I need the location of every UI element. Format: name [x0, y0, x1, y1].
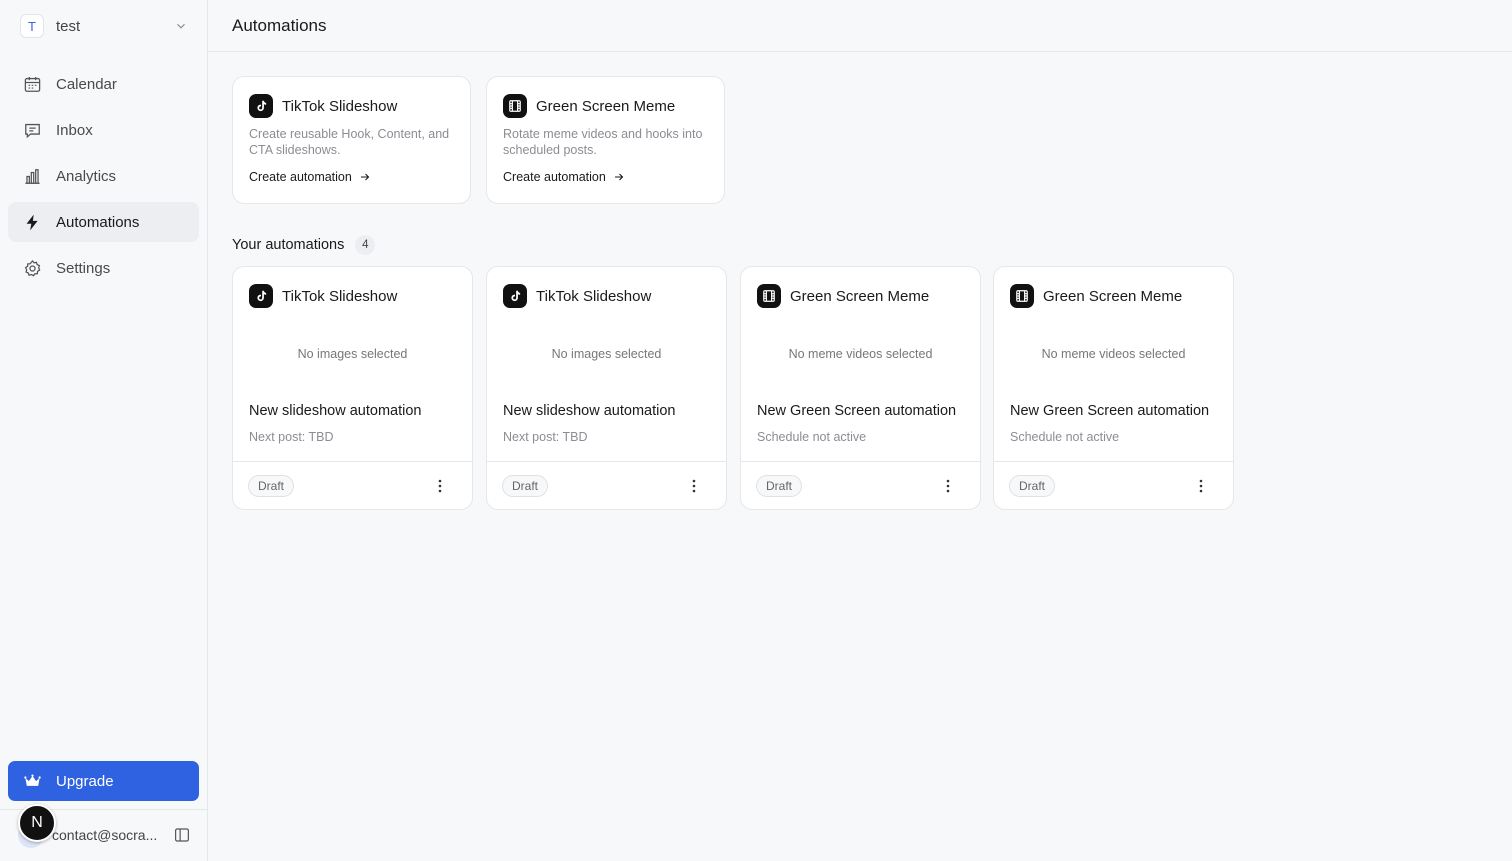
page-title: Automations: [232, 16, 327, 35]
film-icon: [503, 94, 527, 118]
automation-schedule: Next post: TBD: [503, 430, 588, 444]
chevron-down-icon: [177, 23, 185, 29]
card-divider: [994, 461, 1233, 462]
analytics-icon: [22, 166, 42, 186]
tiktok-icon: [249, 94, 273, 118]
card-divider: [487, 461, 726, 462]
create-automation-label: Create automation: [249, 170, 352, 184]
automation-type: Green Screen Meme: [1043, 287, 1183, 305]
automation-schedule: Schedule not active: [757, 430, 867, 444]
card-divider: [233, 461, 472, 462]
card-header: Green Screen Meme: [1010, 284, 1182, 308]
arrow-right-icon: [614, 173, 624, 181]
sidebar-item-label: Analytics: [56, 167, 117, 185]
lightning-icon: [22, 212, 42, 232]
more-options-button[interactable]: [938, 476, 958, 496]
empty-media-text: No meme videos selected: [788, 347, 933, 361]
automation-type: TikTok Slideshow: [536, 287, 652, 305]
sidebar-toggle-icon[interactable]: [173, 826, 191, 844]
gear-icon: [22, 258, 42, 278]
kebab-menu-icon: [438, 479, 442, 493]
status-badge: Draft: [1009, 475, 1056, 497]
kebab-menu-icon: [946, 479, 950, 493]
crown-icon: [22, 771, 42, 791]
workspace-avatar: T: [20, 14, 44, 38]
card-header: TikTok Slideshow: [503, 284, 651, 308]
sidebar-item-label: Automations: [56, 213, 140, 231]
film-icon: [1010, 284, 1034, 308]
card-header: Green Screen Meme: [503, 94, 675, 118]
sidebar-item-analytics[interactable]: Analytics: [8, 156, 199, 196]
status-badge: Draft: [248, 475, 295, 497]
tiktok-icon: [503, 284, 527, 308]
sidebar-item-label: Settings: [56, 259, 111, 277]
automation-card[interactable]: Green Screen Meme No meme videos selecte…: [993, 266, 1234, 510]
topbar: Automations: [208, 0, 1512, 52]
automation-name: New slideshow automation: [503, 403, 676, 419]
status-badge: Draft: [502, 475, 549, 497]
create-automation-link[interactable]: Create automation: [249, 170, 371, 184]
create-automation-link[interactable]: Create automation: [503, 170, 625, 184]
section-title: Your automations: [232, 237, 345, 253]
arrow-right-icon: [360, 173, 370, 181]
automation-name: New Green Screen automation: [757, 403, 957, 419]
sidebar-item-settings[interactable]: Settings: [8, 248, 199, 288]
create-automation-label: Create automation: [503, 170, 606, 184]
your-automations-heading: Your automations 4: [232, 235, 376, 255]
automation-name: New slideshow automation: [249, 403, 422, 419]
template-title: Green Screen Meme: [536, 97, 676, 115]
template-card-tiktok-slideshow[interactable]: TikTok Slideshow Create reusable Hook, C…: [232, 76, 471, 204]
automation-card[interactable]: TikTok Slideshow No images selected New …: [232, 266, 473, 510]
card-header: TikTok Slideshow: [249, 94, 397, 118]
automation-type: Green Screen Meme: [790, 287, 930, 305]
sidebar-item-label: Inbox: [56, 121, 93, 139]
automation-schedule: Schedule not active: [1010, 430, 1120, 444]
template-description: Create reusable Hook, Content, and CTA s…: [249, 127, 450, 157]
automation-schedule: Next post: TBD: [249, 430, 334, 444]
dev-badge-button[interactable]: N: [18, 804, 56, 842]
upgrade-button[interactable]: Upgrade: [8, 761, 199, 801]
automations-count-badge: 4: [355, 235, 376, 255]
more-options-button[interactable]: [684, 476, 704, 496]
kebab-menu-icon: [1199, 479, 1203, 493]
workspace-name: test: [56, 17, 81, 35]
status-badge: Draft: [756, 475, 803, 497]
sidebar: T test Calendar Inbox Analytics Automati…: [0, 0, 208, 861]
card-header: Green Screen Meme: [757, 284, 929, 308]
card-header: TikTok Slideshow: [249, 284, 397, 308]
calendar-icon: [22, 74, 42, 94]
sidebar-nav: Calendar Inbox Analytics Automations Set…: [8, 64, 199, 294]
workspace-switcher[interactable]: T test: [8, 8, 200, 44]
empty-media-text: No meme videos selected: [1041, 347, 1186, 361]
empty-media-text: No images selected: [551, 347, 662, 361]
template-card-green-screen-meme[interactable]: Green Screen Meme Rotate meme videos and…: [486, 76, 725, 204]
more-options-button[interactable]: [430, 476, 450, 496]
inbox-icon: [22, 120, 42, 140]
sidebar-item-label: Calendar: [56, 75, 117, 93]
more-options-button[interactable]: [1191, 476, 1211, 496]
automation-name: New Green Screen automation: [1010, 403, 1210, 419]
template-description: Rotate meme videos and hooks into schedu…: [503, 127, 703, 157]
sidebar-item-calendar[interactable]: Calendar: [8, 64, 199, 104]
empty-media-text: No images selected: [297, 347, 408, 361]
film-icon: [757, 284, 781, 308]
template-title: TikTok Slideshow: [282, 97, 398, 115]
upgrade-label: Upgrade: [56, 772, 114, 790]
tiktok-icon: [249, 284, 273, 308]
kebab-menu-icon: [692, 479, 696, 493]
automation-card[interactable]: TikTok Slideshow No images selected New …: [486, 266, 727, 510]
automation-type: TikTok Slideshow: [282, 287, 398, 305]
sidebar-item-inbox[interactable]: Inbox: [8, 110, 199, 150]
sidebar-item-automations[interactable]: Automations: [8, 202, 199, 242]
automation-card[interactable]: Green Screen Meme No meme videos selecte…: [740, 266, 981, 510]
card-divider: [741, 461, 980, 462]
user-email: contact@socra...: [52, 827, 158, 843]
